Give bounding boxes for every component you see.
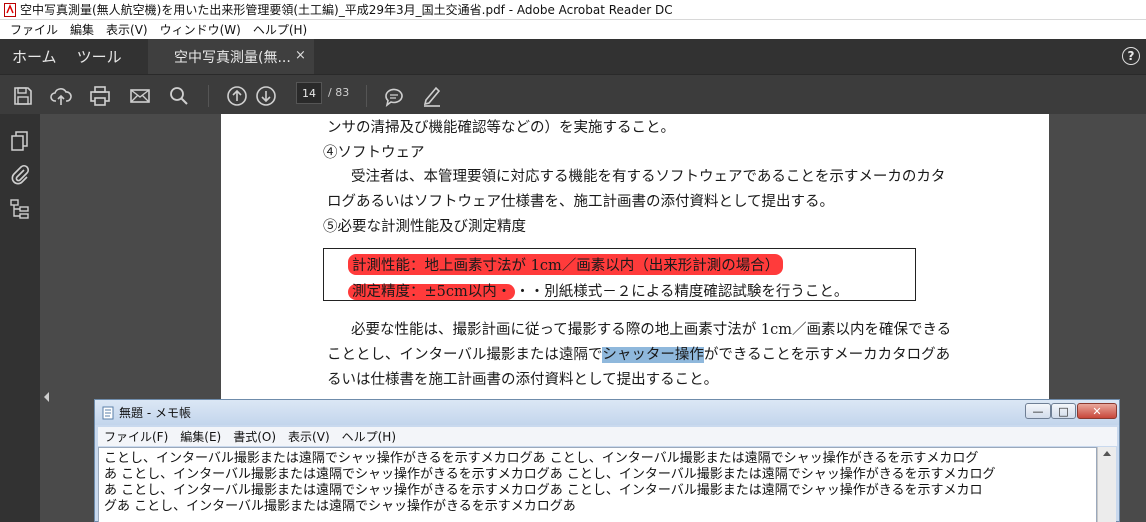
toolbar (0, 74, 1146, 114)
menu-window[interactable]: ウィンドウ(W) (154, 21, 247, 38)
notepad-title: 無題 - メモ帳 (119, 406, 191, 420)
doc-heading-software: ④ソフトウェア (323, 145, 425, 161)
left-navigation-pane (0, 114, 40, 522)
collapse-pane-icon[interactable] (42, 388, 50, 402)
doc-line: こととし、インターバル撮影または遠隔でシャッター操作ができることを示すメーカカタ… (327, 343, 950, 364)
doc-line: ログあるいはソフトウェア仕様書を、施工計画書の添付資料として提出する。 (327, 194, 835, 210)
doc-heading-performance: ⑤必要な計測性能及び測定精度 (323, 219, 526, 235)
highlight-measurement-performance[interactable]: 計測性能：地上画素寸法が 1cm／画素以内（出来形計測の場合） (348, 254, 784, 275)
menu-file[interactable]: ファイル (4, 21, 64, 38)
notepad-menu-bar: ファイル(F) 編集(E) 書式(O) 表示(V) ヘルプ(H) (98, 427, 1117, 446)
scroll-up-arrow-icon[interactable] (1103, 451, 1111, 456)
doc-line: 必要な性能は、撮影計画に従って撮影する際の地上画素寸法が 1cm／画素以内を確保… (351, 322, 952, 338)
acrobat-pdf-icon (4, 2, 16, 17)
menu-help[interactable]: ヘルプ(H) (247, 21, 313, 38)
doc-line: 受注者は、本管理要領に対応する機能を有するソフトウェアであることを示すメーカのカ… (351, 169, 946, 185)
page-total: / 83 (328, 86, 350, 99)
highlight-measurement-accuracy[interactable]: 測定精度：±5cm以内・ (348, 284, 516, 300)
print-icon[interactable] (89, 85, 111, 107)
tab-tools[interactable]: ツール (67, 46, 132, 67)
notepad-menu-help[interactable]: ヘルプ(H) (336, 428, 402, 445)
tab-document[interactable]: 空中写真測量(無... (148, 39, 314, 74)
doc-line: るいは仕様書を施工計画書の添付資料として提出すること。 (327, 372, 719, 388)
notepad-text-line: あ ことし、インターバル撮影または遠隔でシャッ操作がきるを示すメカログあ ことし… (104, 467, 996, 482)
notepad-text-line: ことし、インターバル撮影または遠隔でシャッ操作がきるを示すメカログあ ことし、イ… (104, 451, 979, 466)
search-icon[interactable] (168, 85, 190, 107)
notepad-title-bar[interactable]: 無題 - メモ帳 (95, 400, 1119, 425)
tab-bar: ホーム ツール 空中写真測量(無... × ? (0, 39, 1146, 74)
notepad-menu-format[interactable]: 書式(O) (227, 428, 282, 445)
bookmarks-tree-icon[interactable] (9, 198, 31, 220)
menu-view[interactable]: 表示(V) (100, 21, 154, 38)
menu-bar: ファイル 編集 表示(V) ウィンドウ(W) ヘルプ(H) (0, 20, 1146, 39)
notepad-text-area[interactable]: ことし、インターバル撮影または遠隔でシャッ操作がきるを示すメカログあ ことし、イ… (98, 447, 1097, 522)
window-title: 空中写真測量(無人航空機)を用いた出来形管理要領(土工編)_平成29年3月_国土… (20, 3, 673, 17)
doc-line-part: ができることを示すメーカカタログあ (703, 347, 951, 363)
doc-line-part: こととし、インターバル撮影または遠隔で (327, 347, 603, 363)
page-thumbnails-icon[interactable] (9, 130, 31, 152)
page-down-icon[interactable] (255, 85, 277, 107)
save-icon[interactable] (12, 85, 34, 107)
menu-edit[interactable]: 編集 (64, 21, 100, 38)
tab-document-label: 空中写真測量(無... (174, 49, 291, 66)
email-icon[interactable] (129, 85, 151, 107)
notepad-window: 無題 - メモ帳 — □ ✕ ファイル(F) 編集(E) 書式(O) 表示(V)… (94, 399, 1120, 522)
page-number-input[interactable]: 14 (296, 82, 322, 104)
doc-box-line-2: 測定精度：±5cm以内・ ・・別紙様式－２による精度確認試験を行うこと。 (348, 280, 848, 301)
title-bar: 空中写真測量(無人航空機)を用いた出来形管理要領(土工編)_平成29年3月_国土… (0, 0, 1146, 20)
comment-icon[interactable] (383, 85, 405, 107)
toolbar-separator (208, 85, 209, 107)
notepad-icon (101, 406, 115, 420)
selected-text[interactable]: シャッター操作 (602, 347, 704, 363)
tab-close-icon[interactable]: × (295, 48, 306, 63)
notepad-text-line: グあ ことし、インターバル撮影または遠隔でシャッ操作がきるを示すメカログあ (104, 499, 576, 514)
close-button[interactable]: ✕ (1077, 403, 1117, 419)
notepad-scrollbar[interactable] (1097, 447, 1116, 522)
maximize-button[interactable]: □ (1051, 403, 1076, 419)
notepad-menu-view[interactable]: 表示(V) (282, 428, 336, 445)
notepad-text-line: あ ことし、インターバル撮影または遠隔でシャッ操作がきるを示すメカログあ ことし… (104, 483, 983, 498)
minimize-button[interactable]: — (1025, 403, 1051, 419)
pen-icon[interactable] (421, 85, 443, 107)
notepad-menu-file[interactable]: ファイル(F) (98, 428, 174, 445)
help-icon[interactable]: ? (1122, 47, 1140, 65)
doc-box-line-2-rest: ・・別紙様式－２による精度確認試験を行うこと。 (515, 284, 849, 300)
attachment-icon[interactable] (9, 164, 31, 186)
notepad-menu-edit[interactable]: 編集(E) (174, 428, 227, 445)
page-up-icon[interactable] (226, 85, 248, 107)
doc-line: ンサの清掃及び機能確認等などの）を実施すること。 (327, 120, 675, 136)
tab-home[interactable]: ホーム (0, 46, 67, 67)
toolbar-separator (366, 85, 367, 107)
upload-cloud-icon[interactable] (50, 85, 72, 107)
